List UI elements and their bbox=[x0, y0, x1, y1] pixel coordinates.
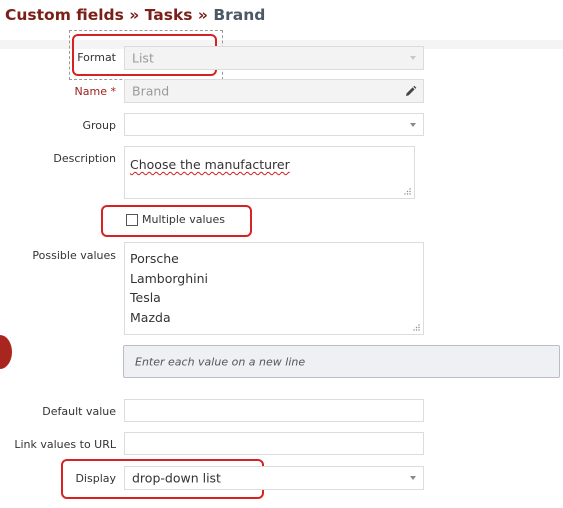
name-input[interactable]: Brand bbox=[124, 79, 424, 103]
description-textarea[interactable]: Choose the manufacturer bbox=[124, 146, 415, 199]
possible-value-item: Tesla bbox=[130, 290, 161, 305]
resize-handle-icon[interactable] bbox=[404, 188, 411, 195]
breadcrumb-custom-fields[interactable]: Custom fields bbox=[5, 6, 124, 24]
display-select[interactable]: drop-down list bbox=[124, 466, 424, 490]
default-value-input[interactable] bbox=[124, 399, 424, 422]
possible-value-item: Lamborghini bbox=[130, 270, 209, 286]
breadcrumb: Custom fields » Tasks » Brand bbox=[5, 6, 265, 24]
breadcrumb-current: Brand bbox=[213, 6, 266, 24]
required-marker: * bbox=[110, 85, 117, 98]
description-value: Choose the manufacturer bbox=[130, 157, 290, 172]
multiple-values-label: Multiple values bbox=[142, 213, 225, 226]
possible-value-item: Porsche bbox=[130, 251, 179, 266]
multiple-values-checkbox[interactable] bbox=[126, 214, 138, 226]
format-value: List bbox=[132, 50, 154, 66]
possible-value-item: Mazda bbox=[130, 309, 171, 325]
display-value: drop-down list bbox=[132, 470, 221, 486]
description-label: Description bbox=[53, 152, 116, 165]
possible-values-textarea[interactable]: Porsche Lamborghini Tesla Mazda bbox=[124, 242, 424, 335]
possible-values-hint-text: Enter each value on a new line bbox=[135, 355, 306, 368]
chevron-down-icon bbox=[410, 122, 416, 127]
pencil-icon[interactable] bbox=[404, 85, 417, 98]
resize-handle-icon[interactable] bbox=[413, 324, 420, 331]
name-value: Brand bbox=[132, 83, 170, 99]
link-values-to-url-label: Link values to URL bbox=[14, 438, 116, 451]
name-label: Name * bbox=[74, 85, 117, 98]
display-label: Display bbox=[75, 472, 116, 485]
side-marker bbox=[0, 335, 12, 369]
possible-values-hint: Enter each value on a new line bbox=[123, 345, 560, 378]
chevron-down-icon bbox=[410, 56, 416, 60]
breadcrumb-separator: » bbox=[197, 6, 208, 24]
breadcrumb-separator: » bbox=[129, 6, 140, 24]
chevron-down-icon bbox=[410, 476, 416, 480]
format-label: Format bbox=[77, 51, 116, 64]
format-select[interactable]: List bbox=[124, 46, 424, 70]
group-select[interactable] bbox=[124, 113, 424, 136]
possible-values-label: Possible values bbox=[32, 249, 116, 262]
default-value-label: Default value bbox=[42, 405, 116, 418]
breadcrumb-tasks[interactable]: Tasks bbox=[145, 6, 193, 24]
group-label: Group bbox=[82, 119, 117, 132]
link-values-to-url-input[interactable] bbox=[124, 432, 424, 455]
